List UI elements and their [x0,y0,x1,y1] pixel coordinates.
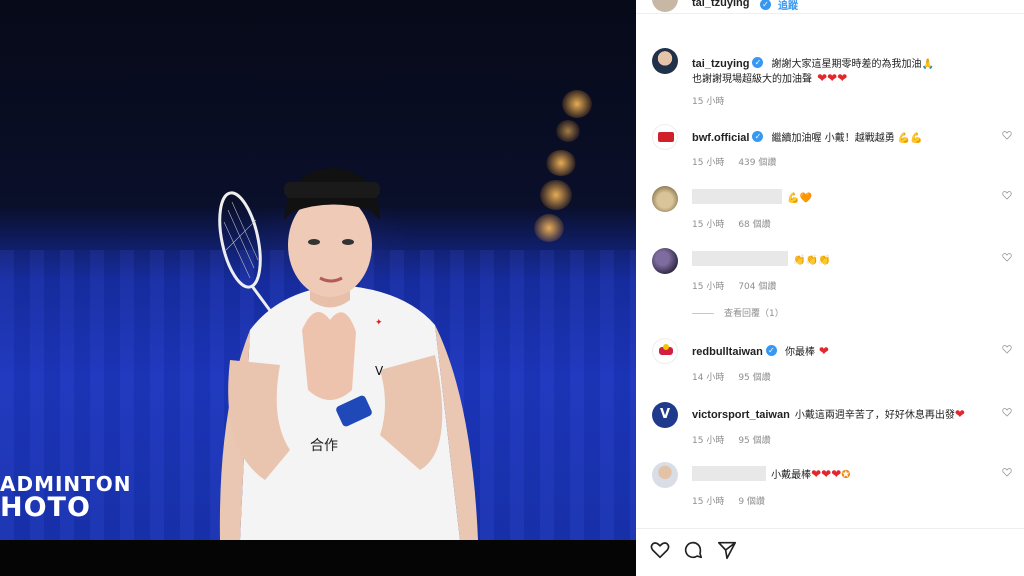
comments-panel: tai_tzuying ✓ 追蹤 tai_tzuying ✓ 謝謝大家這星期零時差… [636,0,1024,576]
comment-username[interactable]: victorsport_taiwan [692,409,790,421]
avatar[interactable] [652,48,678,74]
timestamp[interactable]: 14 小時 [692,373,724,383]
bokeh-light [546,150,576,176]
bokeh-light [556,120,580,142]
photo-background: ✦ V 合作 ADMINTON HOTO [0,0,636,540]
post-photo[interactable]: ✦ V 合作 ADMINTON HOTO [0,0,636,576]
verified-icon: ✓ [765,345,777,356]
blurred-username [692,189,782,204]
avatar[interactable] [652,248,678,274]
comment-meta: 14 小時 95 個讚 [692,370,785,383]
bokeh-light [540,180,572,210]
comment: 👏👏👏 [692,248,830,267]
like-count[interactable]: 704 個讚 [738,282,776,292]
share-icon[interactable] [716,539,738,561]
like-heart-icon[interactable] [1002,190,1012,200]
timestamp[interactable]: 15 小時 [692,158,724,168]
avatar[interactable] [652,0,678,12]
timestamp[interactable]: 15 小時 [692,282,724,292]
comment: 💪🧡 [692,186,812,205]
heart-emoji: ❤❤❤ [817,71,848,85]
caption-text2: 也謝謝現場超級大的加油聲 [692,74,812,85]
heart-emoji: ❤ [954,407,965,421]
action-bar [636,528,1024,576]
like-heart-icon[interactable] [1002,407,1012,417]
comment: bwf.official ✓ 繼續加油喔 小戴！越戰越勇 💪💪 [692,126,923,145]
heart-emoji: ❤ [815,344,829,358]
player-figure: ✦ V 合作 [218,168,478,540]
comment-icon[interactable] [682,539,704,561]
avatar[interactable] [652,338,678,364]
like-heart-icon[interactable] [1002,130,1012,140]
timestamp[interactable]: 15 小時 [692,97,724,107]
blurred-username [692,251,788,266]
comment-meta: 15 小時 704 個讚 [692,279,790,292]
like-heart-icon[interactable] [1002,344,1012,354]
header-username[interactable]: tai_tzuying [692,0,749,9]
star-emoji: ✪ [841,468,851,481]
comment-text: 你最棒 [785,347,815,358]
comment-text: 繼續加油喔 小戴！越戰越勇 💪💪 [771,133,923,144]
like-count[interactable]: 95 個讚 [738,373,770,383]
comment: victorsport_taiwan 小戴這兩週辛苦了，好好休息再出發❤ [692,403,965,422]
comment-text: 小戴這兩週辛苦了，好好休息再出發 [794,410,955,421]
comment-meta: 15 小時 95 個讚 [692,433,785,446]
comment-username[interactable]: redbulltaiwan [692,346,763,358]
bokeh-light [562,90,592,118]
comment-text: 👏👏👏 [793,255,831,266]
watermark-line1: ADMINTON [0,472,132,496]
like-count[interactable]: 9 個讚 [738,497,765,507]
avatar[interactable]: V [652,402,678,428]
timestamp[interactable]: 15 小時 [692,436,724,446]
comment-username[interactable]: bwf.official [692,132,749,144]
comment-text: 💪🧡 [787,193,812,204]
svg-text:V: V [375,364,384,378]
avatar[interactable] [652,462,678,488]
watermark-line2: HOTO [0,492,91,523]
timestamp[interactable]: 15 小時 [692,497,724,507]
like-heart-icon[interactable] [1002,467,1012,477]
view-replies[interactable]: 查看回覆（1） [692,306,784,319]
caption-meta: 15 小時 [692,94,738,107]
comment-text: 小戴最棒 [771,470,812,481]
comment-meta: 15 小時 68 個讚 [692,217,785,230]
avatar[interactable] [652,124,678,150]
like-count[interactable]: 95 個讚 [738,436,770,446]
like-count[interactable]: 68 個讚 [738,220,770,230]
like-heart-icon[interactable] [1002,252,1012,262]
timestamp[interactable]: 15 小時 [692,220,724,230]
comment: 小戴最棒❤❤❤✪ [692,463,850,482]
follow-button[interactable]: 追蹤 [778,0,798,12]
caption-line2: 也謝謝現場超級大的加油聲 ❤❤❤ [692,67,847,86]
view-replies-label[interactable]: 查看回覆（1） [724,309,784,319]
bokeh-light [534,214,564,242]
comment: redbulltaiwan ✓ 你最棒 ❤ [692,340,829,359]
heart-emoji: ❤❤❤ [811,467,842,481]
comment-meta: 15 小時 9 個讚 [692,494,779,507]
like-icon[interactable] [649,539,671,561]
avatar[interactable] [652,186,678,212]
victor-logo-icon: V [659,407,671,422]
watermark: ADMINTON HOTO [0,474,132,521]
comment-meta: 15 小時 439 個讚 [692,155,790,168]
blurred-username [692,466,766,481]
svg-text:合作: 合作 [310,438,338,454]
verified-icon: ✓ [752,131,764,142]
post-header: tai_tzuying ✓ 追蹤 [636,0,1024,14]
photo-letterbox [0,540,636,576]
like-count[interactable]: 439 個讚 [738,158,776,168]
svg-text:✦: ✦ [375,318,383,328]
verified-icon: ✓ [760,0,771,10]
